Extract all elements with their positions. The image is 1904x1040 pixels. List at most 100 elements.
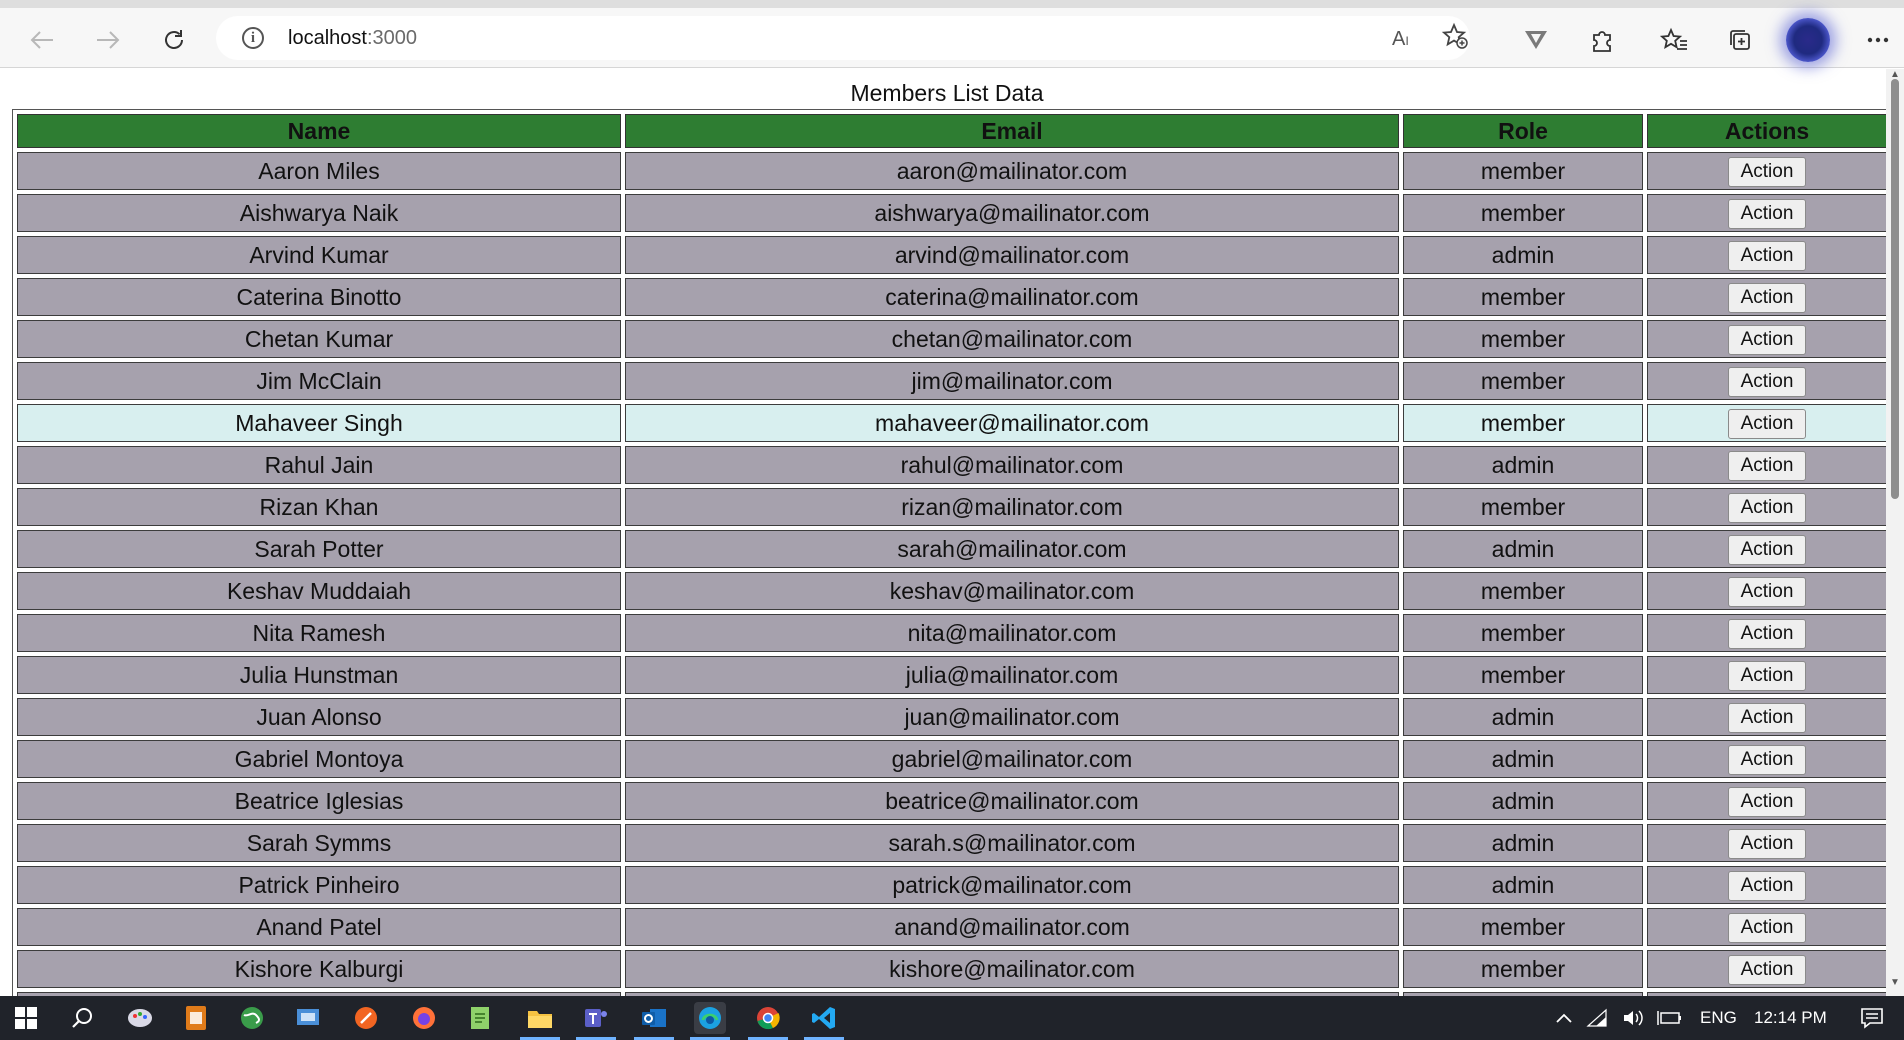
member-name-cell: Sarah Symms	[17, 824, 621, 862]
page-title: Members List Data	[850, 80, 1044, 106]
member-actions-cell: Action	[1647, 278, 1886, 316]
action-button[interactable]: Action	[1727, 366, 1807, 397]
action-button[interactable]: Action	[1727, 912, 1807, 943]
action-button[interactable]: Action	[1727, 660, 1807, 691]
globe-app-icon[interactable]	[236, 1002, 268, 1034]
member-actions-cell: Action	[1647, 446, 1886, 484]
url-port: :3000	[366, 27, 417, 49]
member-role-cell: admin	[1403, 236, 1643, 274]
action-button[interactable]: Action	[1727, 324, 1807, 355]
back-icon[interactable]	[24, 22, 60, 58]
paint-app-icon[interactable]	[124, 1002, 156, 1034]
member-name-cell: Juan Alonso	[17, 698, 621, 736]
volume-icon[interactable]	[1618, 1002, 1650, 1034]
action-button[interactable]: Action	[1727, 240, 1807, 271]
table-row: Keshav Muddaiah keshav@mailinator.com memb…	[17, 572, 1886, 610]
vscode-icon[interactable]	[808, 1002, 840, 1034]
action-button[interactable]: Action	[1727, 618, 1807, 649]
member-name-cell: Rahul Jain	[17, 446, 621, 484]
teams-icon[interactable]	[580, 1002, 612, 1034]
member-email-cell: chetan@mailinator.com	[625, 320, 1399, 358]
member-name-cell: Keshav Muddaiah	[17, 572, 621, 610]
member-email-cell: aaron@mailinator.com	[625, 152, 1399, 190]
action-button[interactable]: Action	[1727, 282, 1807, 313]
member-actions-cell: Action	[1647, 320, 1886, 358]
powerpoint-app-icon[interactable]	[180, 1002, 212, 1034]
notifications-icon[interactable]	[1856, 1002, 1888, 1034]
notepad-app-icon[interactable]	[464, 1002, 496, 1034]
taskbar-clock[interactable]: 12:14 PM	[1754, 1008, 1827, 1028]
refresh-icon[interactable]	[156, 22, 192, 58]
action-button[interactable]: Action	[1727, 156, 1807, 187]
member-name-cell: Aishwarya Naik	[17, 194, 621, 232]
member-actions-cell: Action	[1647, 236, 1886, 274]
snipping-tool-icon[interactable]	[292, 1002, 324, 1034]
action-button[interactable]: Action	[1727, 786, 1807, 817]
outlook-icon[interactable]	[638, 1002, 670, 1034]
member-email-cell: mahaveer@mailinator.com	[625, 404, 1399, 442]
table-row: Sarah Symms sarah.s@mailinator.com admin Ac…	[17, 824, 1886, 862]
member-role-cell: member	[1403, 152, 1643, 190]
battery-icon[interactable]	[1654, 1002, 1686, 1034]
action-button[interactable]: Action	[1727, 576, 1807, 607]
info-icon[interactable]: i	[242, 27, 264, 49]
member-email-cell: kishore@mailinator.com	[625, 950, 1399, 988]
table-row: Aaron Miles aaron@mailinator.com member Act…	[17, 152, 1886, 190]
member-actions-cell: Action	[1647, 866, 1886, 904]
member-actions-cell: Action	[1647, 488, 1886, 526]
action-button[interactable]: Action	[1727, 408, 1807, 439]
favorites-icon[interactable]	[1656, 22, 1692, 58]
chrome-icon[interactable]	[752, 1002, 784, 1034]
search-icon[interactable]	[66, 1002, 98, 1034]
collections-icon[interactable]	[1722, 22, 1758, 58]
table-row: Sarah Potter sarah@mailinator.com admin Act…	[17, 530, 1886, 568]
member-actions-cell: Action	[1647, 740, 1886, 778]
member-name-cell: Arvind Kumar	[17, 236, 621, 274]
forward-icon[interactable]	[90, 22, 126, 58]
scroll-down-arrow-icon[interactable]: ▼	[1890, 977, 1900, 988]
more-icon[interactable]	[1860, 22, 1896, 58]
extensions-icon[interactable]	[1584, 22, 1620, 58]
member-email-cell: julia@mailinator.com	[625, 656, 1399, 694]
action-button[interactable]: Action	[1727, 702, 1807, 733]
scrollbar-thumb[interactable]	[1891, 79, 1899, 499]
wifi-icon[interactable]	[1582, 1002, 1614, 1034]
action-button[interactable]: Action	[1727, 198, 1807, 229]
profile-avatar[interactable]	[1786, 18, 1830, 62]
url-text[interactable]: localhost:3000	[288, 27, 417, 50]
action-button[interactable]: Action	[1727, 492, 1807, 523]
language-indicator[interactable]: ENG	[1700, 1008, 1737, 1028]
url-host: localhost	[288, 27, 367, 49]
browser-toolbar: i localhost:3000 Aₗ	[0, 8, 1904, 68]
extension-v-icon[interactable]	[1518, 22, 1554, 58]
member-actions-cell: Action	[1647, 656, 1886, 694]
edge-browser-icon[interactable]	[694, 1002, 726, 1034]
member-role-cell: admin	[1403, 446, 1643, 484]
action-button[interactable]: Action	[1727, 870, 1807, 901]
table-row: Jim McClain jim@mailinator.com member Actio…	[17, 362, 1886, 400]
action-button[interactable]: Action	[1727, 828, 1807, 859]
member-role-cell: admin	[1403, 740, 1643, 778]
action-button[interactable]: Action	[1727, 534, 1807, 565]
firefox-icon[interactable]	[408, 1002, 440, 1034]
file-explorer-icon[interactable]	[524, 1002, 556, 1034]
chevron-up-icon[interactable]	[1548, 1002, 1580, 1034]
member-role-cell: member	[1403, 194, 1643, 232]
windows-start-icon[interactable]	[10, 1002, 42, 1034]
vertical-scrollbar[interactable]: ▲ ▼	[1886, 69, 1904, 996]
member-role-cell: admin	[1403, 530, 1643, 568]
member-role-cell: member	[1403, 572, 1643, 610]
member-actions-cell: Action	[1647, 614, 1886, 652]
read-aloud-icon[interactable]: Aₗ	[1392, 26, 1409, 51]
action-button[interactable]: Action	[1727, 954, 1807, 985]
member-actions-cell: Action	[1647, 782, 1886, 820]
orange-app-icon[interactable]	[350, 1002, 382, 1034]
address-bar[interactable]: i localhost:3000 Aₗ	[216, 16, 1470, 60]
member-role-cell: member	[1403, 320, 1643, 358]
add-favorite-icon[interactable]	[1441, 22, 1469, 57]
member-role-cell: member	[1403, 614, 1643, 652]
action-button[interactable]: Action	[1727, 744, 1807, 775]
action-button[interactable]: Action	[1727, 450, 1807, 481]
member-email-cell: aishwarya@mailinator.com	[625, 194, 1399, 232]
member-role-cell: member	[1403, 404, 1643, 442]
